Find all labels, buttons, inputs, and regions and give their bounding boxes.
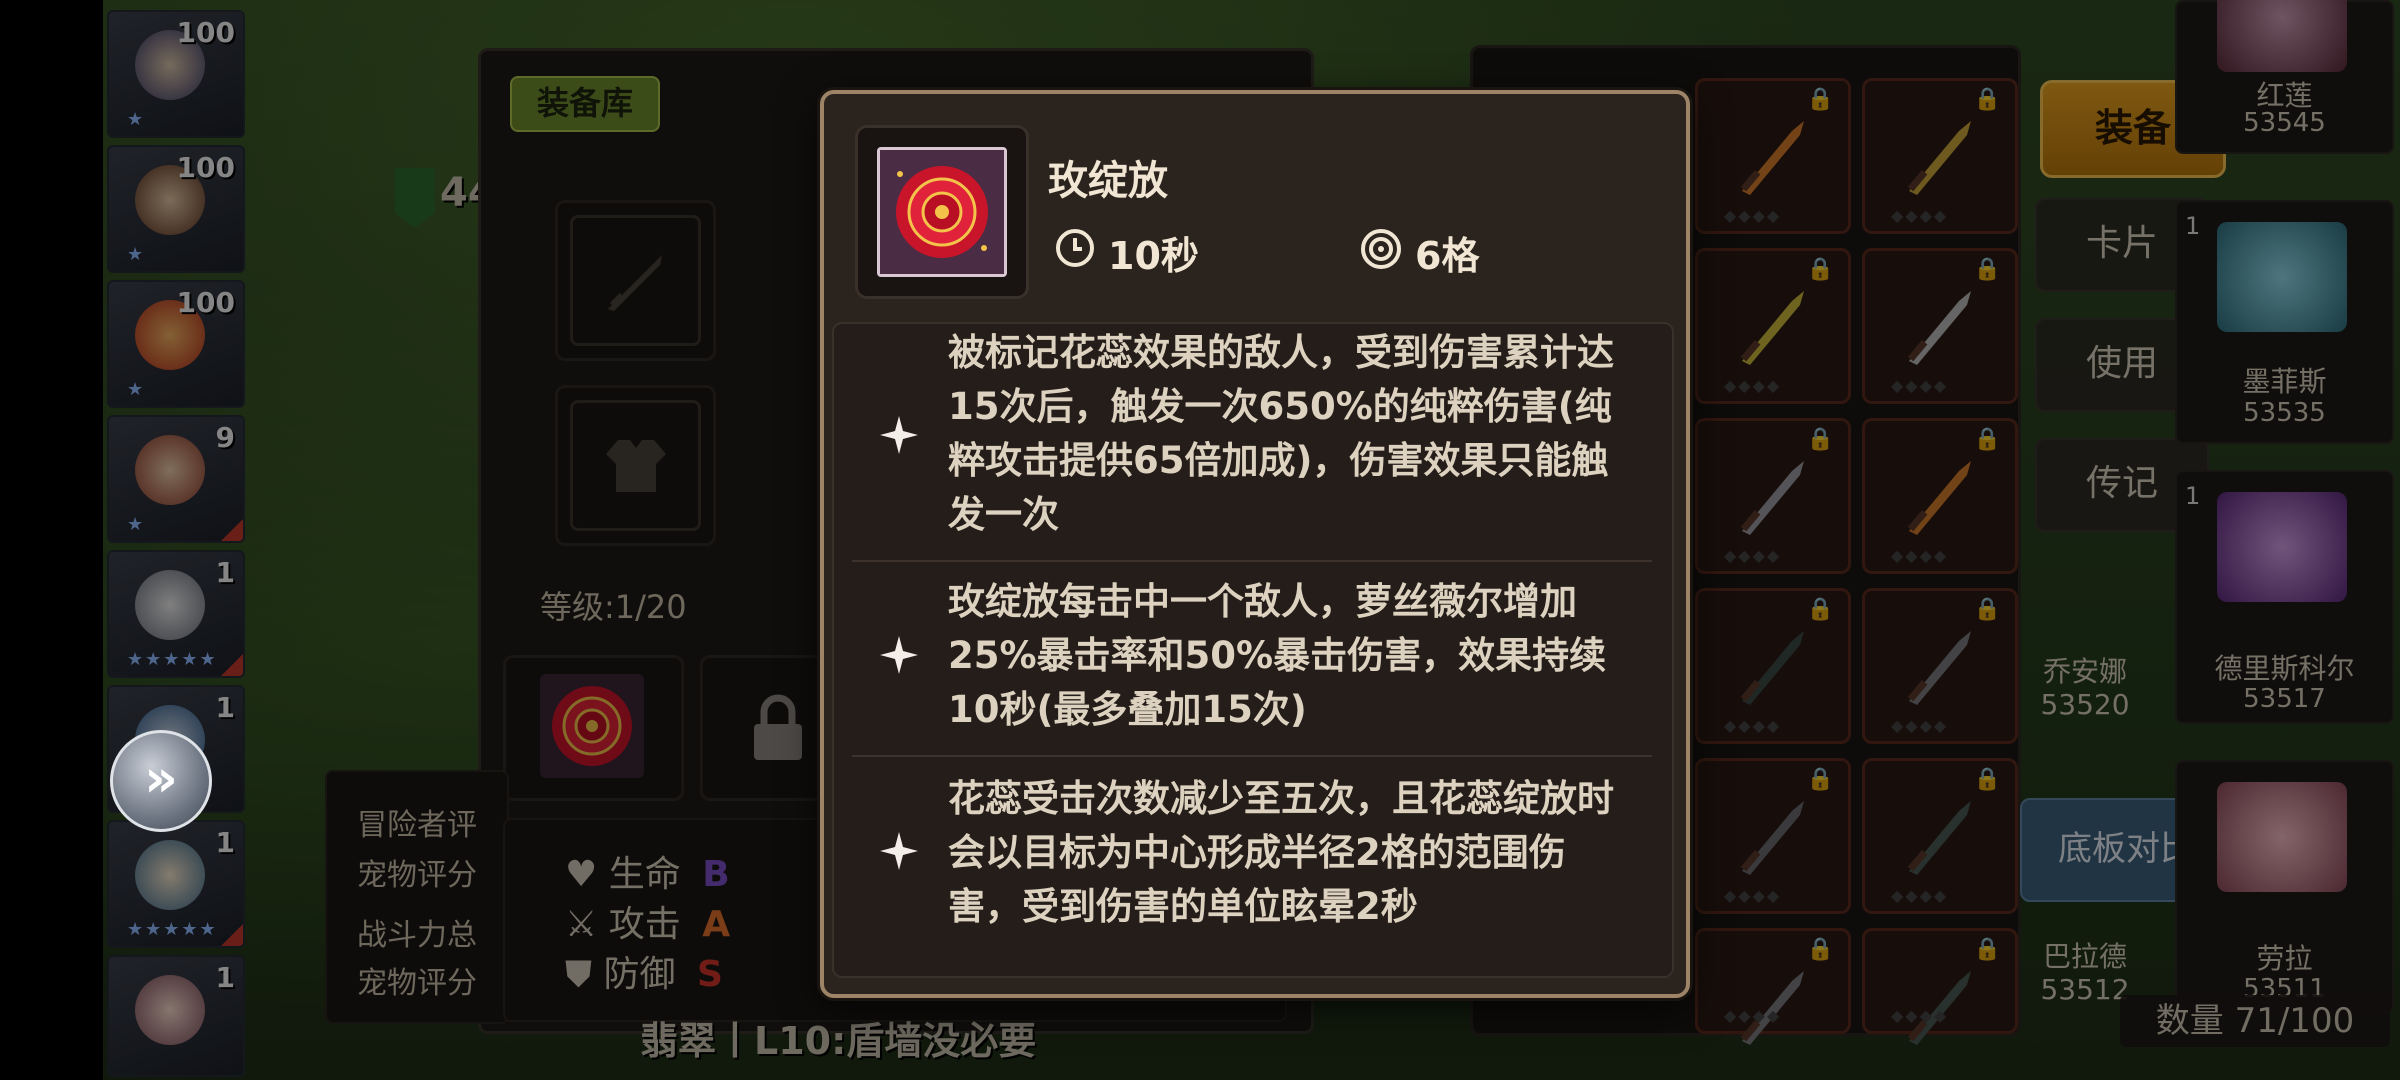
skill-icon — [877, 147, 1007, 277]
target-range-icon — [1361, 229, 1401, 269]
skill-effect-2: 玫绽放每击中一个敌人，萝丝薇尔增加25%暴击率和50%暴击伤害，效果持续10秒(… — [948, 580, 1607, 731]
divider — [852, 560, 1652, 562]
skill-effect-3: 花蕊受击次数减少至五次，且花蕊绽放时会以目标为中心形成半径2格的范围伤害，受到伤… — [948, 777, 1614, 928]
divider — [852, 755, 1652, 757]
sparkle-icon — [880, 416, 918, 454]
rose-icon — [880, 150, 1004, 274]
sparkle-icon — [880, 636, 918, 674]
skill-duration: 10秒 — [1108, 234, 1199, 278]
clock-icon — [1056, 229, 1094, 267]
skill-effect-1: 被标记花蕊效果的敌人，受到伤害累计达15次后，触发一次650%的纯粹伤害(纯粹攻… — [948, 331, 1614, 536]
double-chevron-right-icon: » — [144, 749, 178, 809]
left-black-bar — [0, 0, 103, 1080]
expand-arrow-button[interactable]: » — [110, 730, 212, 832]
sparkle-icon — [880, 832, 918, 870]
skill-name: 玫绽放 — [1048, 158, 1168, 204]
skill-range: 6格 — [1415, 234, 1480, 278]
